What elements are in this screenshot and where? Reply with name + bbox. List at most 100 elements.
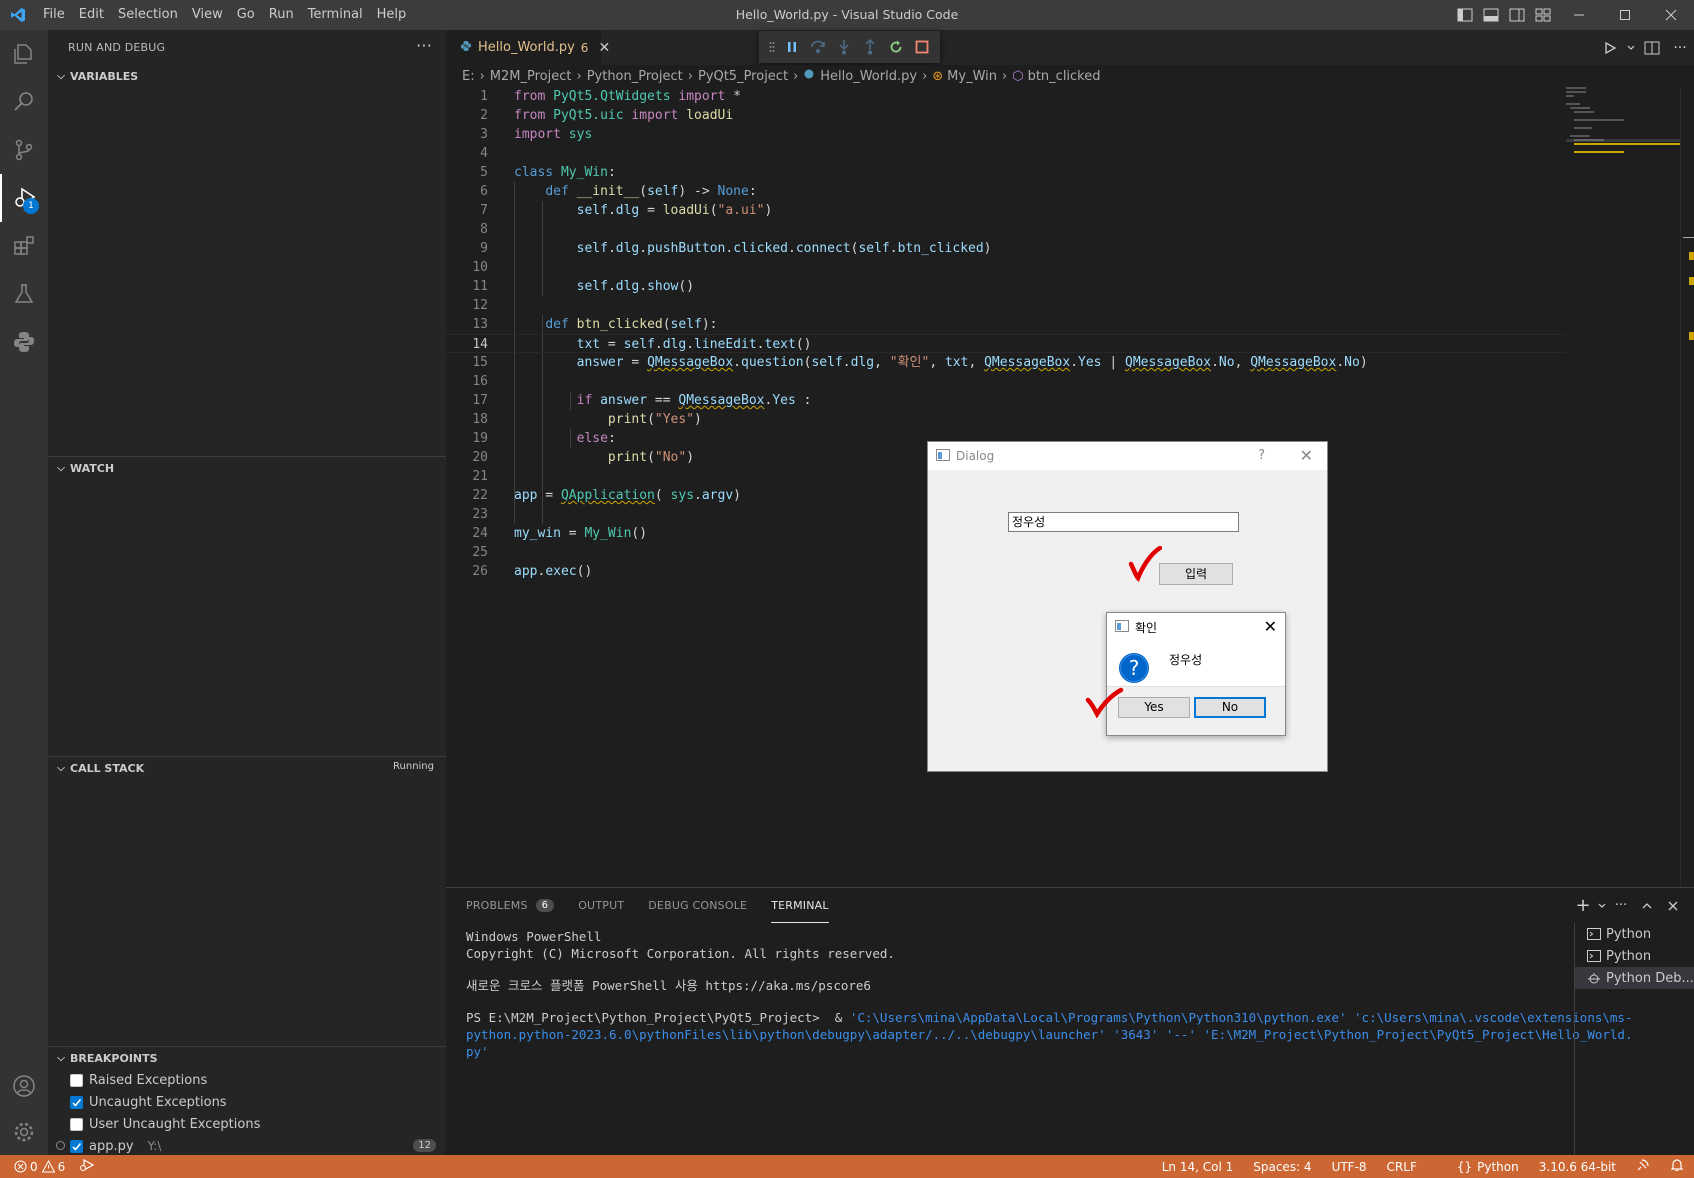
indentation[interactable]: Spaces: 4	[1253, 1160, 1311, 1174]
language-mode[interactable]: {} Python	[1437, 1160, 1519, 1174]
toggle-panel-icon[interactable]	[1478, 0, 1504, 30]
problems-status[interactable]: 0 6	[14, 1160, 65, 1174]
qt-input-button[interactable]: 입력	[1159, 563, 1233, 585]
watch-header[interactable]: ⌵ WATCH	[48, 457, 446, 479]
run-and-debug-icon[interactable]: 1	[0, 174, 48, 222]
extensions-icon[interactable]	[0, 222, 48, 270]
maximize-panel-icon[interactable]	[1634, 901, 1660, 911]
breadcrumb-folder[interactable]: Python_Project	[587, 69, 683, 84]
checkbox-checked[interactable]	[70, 1095, 83, 1109]
run-dropdown-chevron-icon[interactable]	[1624, 43, 1638, 53]
python-icon[interactable]	[0, 318, 48, 366]
menu-view[interactable]: View	[185, 0, 230, 30]
toggle-primary-sidebar-icon[interactable]	[1452, 0, 1478, 30]
editor-more-actions-icon[interactable]: ···	[1666, 40, 1694, 56]
chevron-right-icon: ›	[922, 68, 928, 84]
step-over-icon[interactable]	[805, 34, 831, 60]
more-actions-icon[interactable]: ···	[416, 36, 432, 55]
terminal-dropdown-chevron-icon[interactable]	[1596, 901, 1608, 911]
maximize-icon[interactable]	[1602, 0, 1648, 30]
code-line: 2 from PyQt5.uic import loadUi	[480, 108, 734, 123]
explorer-icon[interactable]	[0, 30, 48, 78]
breadcrumb-method[interactable]: btn_clicked	[1028, 69, 1101, 84]
close-tab-icon[interactable]: ✕	[598, 40, 610, 56]
python-interpreter[interactable]: 3.10.6 64-bit	[1539, 1160, 1616, 1174]
terminal-item-python-debug[interactable]: Python Deb...	[1575, 967, 1694, 989]
close-icon[interactable]: ✕	[1300, 446, 1313, 465]
run-python-file-icon[interactable]	[1596, 41, 1624, 55]
source-control-icon[interactable]	[0, 126, 48, 174]
menu-selection[interactable]: Selection	[111, 0, 185, 30]
tab-terminal[interactable]: TERMINAL	[771, 888, 829, 923]
close-window-icon[interactable]	[1648, 0, 1694, 30]
end-of-line[interactable]: CRLF	[1387, 1160, 1417, 1174]
breadcrumb-file[interactable]: Hello_World.py	[820, 69, 917, 84]
menu-run[interactable]: Run	[262, 0, 301, 30]
notifications-bell-icon[interactable]	[1670, 1158, 1684, 1175]
tab-problems[interactable]: PROBLEMS 6	[466, 888, 555, 923]
drag-handle-icon[interactable]	[765, 34, 779, 60]
tab-output[interactable]: OUTPUT	[578, 888, 624, 923]
code-line: 8	[480, 222, 488, 237]
minimize-icon[interactable]	[1556, 0, 1602, 30]
python-file-icon	[803, 68, 815, 84]
no-button[interactable]: No	[1194, 697, 1266, 718]
checkbox[interactable]	[70, 1117, 83, 1131]
message-box-titlebar[interactable]: 확인 ✕	[1107, 613, 1285, 641]
menu-help[interactable]: Help	[370, 0, 414, 30]
menu-file[interactable]: File	[36, 0, 72, 30]
checkbox[interactable]	[70, 1073, 83, 1087]
feedback-icon[interactable]	[1636, 1158, 1650, 1175]
testing-flask-icon[interactable]	[0, 270, 48, 318]
menu-terminal[interactable]: Terminal	[301, 0, 370, 30]
close-icon[interactable]: ✕	[1264, 617, 1277, 636]
pause-icon[interactable]	[779, 34, 805, 60]
code-line: 10	[472, 260, 488, 275]
checkbox-checked[interactable]	[70, 1139, 83, 1153]
step-into-icon[interactable]	[831, 34, 857, 60]
step-out-icon[interactable]	[857, 34, 883, 60]
breadcrumb-drive[interactable]: E:	[462, 69, 475, 84]
search-icon[interactable]	[0, 78, 48, 126]
toggle-secondary-sidebar-icon[interactable]	[1504, 0, 1530, 30]
yes-button[interactable]: Yes	[1118, 697, 1190, 718]
breadcrumb-folder[interactable]: M2M_Project	[490, 69, 572, 84]
encoding[interactable]: UTF-8	[1332, 1160, 1367, 1174]
menu-go[interactable]: Go	[230, 0, 262, 30]
restart-icon[interactable]	[883, 34, 909, 60]
stop-icon[interactable]	[909, 34, 935, 60]
variables-label: VARIABLES	[70, 69, 139, 83]
minimap[interactable]	[1566, 87, 1680, 887]
breakpoint-user-uncaught-exceptions[interactable]: User Uncaught Exceptions	[48, 1113, 446, 1135]
bottom-panel: PROBLEMS 6 OUTPUT DEBUG CONSOLE TERMINAL …	[446, 887, 1694, 1156]
accounts-icon[interactable]	[0, 1062, 48, 1110]
panel-more-actions-icon[interactable]: ···	[1608, 898, 1634, 913]
debug-launch-icon[interactable]	[79, 1158, 95, 1175]
breadcrumb-folder[interactable]: PyQt5_Project	[698, 69, 788, 84]
menu-edit[interactable]: Edit	[72, 0, 111, 30]
breakpoints-header[interactable]: ⌵ BREAKPOINTS	[48, 1047, 446, 1069]
settings-gear-icon[interactable]	[0, 1108, 48, 1156]
terminal-item-python[interactable]: Python	[1575, 923, 1694, 945]
tab-hello-world-py[interactable]: Hello_World.py 6 ✕	[446, 30, 610, 65]
breadcrumb-class[interactable]: My_Win	[947, 69, 997, 84]
terminal-output[interactable]: Windows PowerShell Copyright (C) Microso…	[466, 928, 1632, 1060]
customize-layout-icon[interactable]	[1530, 0, 1556, 30]
help-icon[interactable]: ?	[1258, 448, 1265, 463]
qt-line-edit[interactable]: 정우성	[1008, 512, 1239, 532]
debug-bug-icon	[1588, 973, 1600, 984]
split-editor-icon[interactable]	[1638, 41, 1666, 55]
terminal-item-python[interactable]: Python	[1575, 945, 1694, 967]
new-terminal-plus-icon[interactable]: +	[1570, 895, 1596, 916]
breakpoint-file-app-py[interactable]: app.py Y:\ 12	[48, 1135, 446, 1157]
qt-dialog-titlebar[interactable]: Dialog ? ✕	[928, 442, 1327, 470]
close-panel-icon[interactable]	[1660, 901, 1686, 911]
tab-debug-console[interactable]: DEBUG CONSOLE	[648, 888, 747, 923]
editor-scrollbar[interactable]	[1680, 87, 1694, 887]
breakpoint-raised-exceptions[interactable]: Raised Exceptions	[48, 1069, 446, 1091]
call-stack-header[interactable]: ⌵ CALL STACK	[48, 757, 446, 779]
variables-header[interactable]: ⌵ VARIABLES	[48, 65, 446, 87]
terminal-list: Python Python Python Deb...	[1574, 923, 1694, 1156]
cursor-position[interactable]: Ln 14, Col 1	[1162, 1160, 1234, 1174]
breakpoint-uncaught-exceptions[interactable]: Uncaught Exceptions	[48, 1091, 446, 1113]
